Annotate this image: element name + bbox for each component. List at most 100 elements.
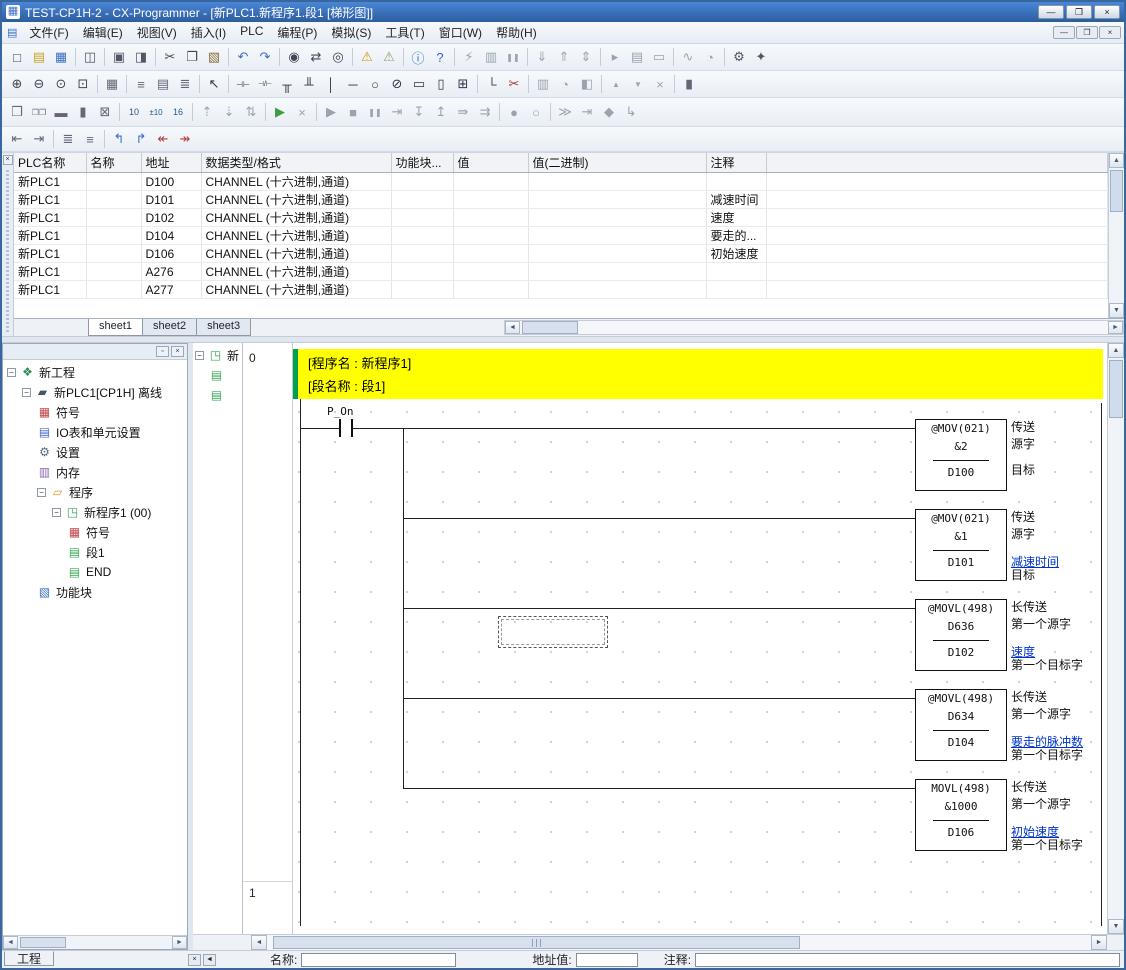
watch-row[interactable]: 新PLC1A277CHANNEL (十六进制,通道) (14, 281, 1108, 299)
paste-icon[interactable]: ▧ (203, 47, 225, 68)
tree-node[interactable]: ▦符号 (3, 522, 187, 542)
clear-breakpoints-icon[interactable]: ○ (525, 102, 547, 123)
watch-column-header-6[interactable]: 值(二进制) (528, 153, 706, 173)
tree-node[interactable]: −❖新工程 (3, 362, 187, 382)
scroll-thumb[interactable] (273, 936, 800, 949)
open-icon[interactable]: ▤ (28, 47, 50, 68)
tree-node[interactable]: ▦符号 (3, 402, 187, 422)
device-change-icon[interactable]: ◫ (79, 47, 101, 68)
print-icon[interactable]: ▣ (108, 47, 130, 68)
symbols-window-icon[interactable]: ▤ (152, 74, 174, 95)
scroll-right-icon[interactable]: ► (172, 936, 187, 949)
child-restore-icon[interactable]: ❐ (1076, 26, 1098, 39)
expander-icon[interactable]: − (195, 351, 204, 360)
selection-rectangle[interactable] (498, 616, 608, 648)
run-icon[interactable]: ▶ (320, 102, 342, 123)
time-chart-icon[interactable]: ◔ (699, 47, 721, 68)
section-node[interactable]: −◳新 (193, 345, 242, 365)
toolbox-icon[interactable]: ✦ (750, 47, 772, 68)
rung-list-icon[interactable]: ≡ (130, 74, 152, 95)
zoom-fit-icon[interactable]: ⊡ (72, 74, 94, 95)
sheet-tab-sheet2[interactable]: sheet2 (142, 319, 197, 336)
info-icon[interactable]: ⓘ (407, 47, 429, 68)
watch-column-header-2[interactable]: 地址 (141, 153, 201, 173)
scroll-track[interactable] (18, 936, 172, 949)
watch-column-header-4[interactable]: 功能块... (391, 153, 453, 173)
menu-item-0[interactable]: 文件(F) (22, 22, 75, 43)
tree-node[interactable]: ▤END (3, 562, 187, 582)
step-in-icon[interactable]: ↧ (408, 102, 430, 123)
menu-item-9[interactable]: 帮助(H) (489, 22, 544, 43)
watch-window-icon[interactable]: ◔ (554, 74, 576, 95)
go-to-rung-icon[interactable]: ≫ (554, 102, 576, 123)
scroll-thumb[interactable] (20, 937, 66, 948)
watch-vscrollbar[interactable]: ▲ ▼ (1108, 153, 1124, 318)
scroll-track[interactable] (267, 935, 1091, 950)
transfer-from-plc-icon[interactable]: ⇑ (553, 47, 575, 68)
minimize-icon[interactable]: — (1038, 5, 1064, 19)
horizontal-line-icon[interactable]: ─ (342, 74, 364, 95)
line-mode-icon[interactable]: └ (481, 74, 503, 95)
tree-node[interactable]: −◳新程序1 (00) (3, 502, 187, 522)
work-online-icon[interactable]: ⚡ (458, 47, 480, 68)
tile-vertical-icon[interactable]: ▮ (72, 102, 94, 123)
return-icon[interactable]: ↳ (620, 102, 642, 123)
scroll-track[interactable] (1108, 358, 1124, 919)
monitor-mode-icon[interactable]: ▤ (626, 47, 648, 68)
close-icon[interactable]: × (171, 346, 184, 357)
vertical-line-icon[interactable]: │ (320, 74, 342, 95)
transfer-to-plc-icon[interactable]: ⇓ (531, 47, 553, 68)
io-comment-view-icon[interactable]: ≣ (174, 74, 196, 95)
close-icon[interactable]: × (1094, 5, 1120, 19)
undock-icon[interactable]: ▫ (156, 346, 169, 357)
tree-node[interactable]: ▧功能块 (3, 582, 187, 602)
scroll-thumb[interactable] (1110, 170, 1123, 212)
instruction-block[interactable]: @MOVL(498)D636D102 (915, 599, 1007, 671)
contact-no-icon[interactable]: ⊣⊢ (232, 74, 254, 95)
contact-label[interactable]: P_On (327, 405, 354, 418)
maximize-icon[interactable]: ❐ (1066, 5, 1092, 19)
new-icon[interactable]: □ (6, 47, 28, 68)
rung-comment-list-icon[interactable]: ≣ (57, 129, 79, 150)
tree-node[interactable]: ▤IO表和单元设置 (3, 422, 187, 442)
instruction-block[interactable]: MOVL(498)&1000D106 (915, 779, 1007, 851)
select-mode-icon[interactable]: ↖ (203, 74, 225, 95)
cross-reference-icon[interactable]: ≡ (79, 129, 101, 150)
grid-icon[interactable]: ▦ (101, 74, 123, 95)
replace-icon[interactable]: ⇄ (305, 47, 327, 68)
watch-column-header-1[interactable]: 名称 (86, 153, 141, 173)
set-breakpoint-icon[interactable]: ● (503, 102, 525, 123)
menu-item-7[interactable]: 工具(T) (378, 22, 431, 43)
menu-item-1[interactable]: 编辑(E) (76, 22, 130, 43)
name-input[interactable] (301, 953, 456, 967)
sheet-tab-sheet1[interactable]: sheet1 (88, 319, 143, 336)
force-off-icon[interactable]: ▼ (627, 74, 649, 95)
watch-row[interactable]: 新PLC1D101CHANNEL (十六进制,通道)减速时间 (14, 191, 1108, 209)
zoom-in-icon[interactable]: ⊕ (6, 74, 28, 95)
menu-item-5[interactable]: 编程(P) (270, 22, 324, 43)
fb-parameter-icon[interactable]: ⊞ (452, 74, 474, 95)
drag-handle[interactable] (6, 170, 9, 334)
indent-right-icon[interactable]: ⇥ (28, 129, 50, 150)
comment-input[interactable] (695, 953, 1120, 967)
rung-margin[interactable]: 0 1 (243, 343, 293, 934)
tree-node[interactable]: ⚙设置 (3, 442, 187, 462)
decimal-display-icon[interactable]: 10 (123, 102, 145, 123)
pause-monitor-icon[interactable]: ❚❚ (502, 47, 524, 68)
zoom-out-icon[interactable]: ⊖ (28, 74, 50, 95)
menu-item-8[interactable]: 窗口(W) (432, 22, 489, 43)
contact-nc-icon[interactable]: ⊣/⊢ (254, 74, 276, 95)
expander-icon[interactable]: − (52, 508, 61, 517)
instruction-box-icon[interactable]: ▭ (408, 74, 430, 95)
watch-column-header-3[interactable]: 数据类型/格式 (201, 153, 391, 173)
undo-icon[interactable]: ↶ (232, 47, 254, 68)
or-contact-nc-icon[interactable]: ╨ (298, 74, 320, 95)
find-icon[interactable]: ◉ (283, 47, 305, 68)
diff-monitor-icon[interactable]: ◧ (576, 74, 598, 95)
monitor-icon[interactable]: ▥ (480, 47, 502, 68)
scroll-down-icon[interactable]: ▼ (1109, 303, 1124, 318)
scroll-down-icon[interactable]: ▼ (1108, 919, 1124, 934)
ladder-canvas[interactable]: [程序名 : 新程序1] [段名称 : 段1] P_On @MOV(021)&2… (293, 343, 1107, 934)
instruction-block[interactable]: @MOV(021)&2D100 (915, 419, 1007, 491)
watch-hscrollbar[interactable]: ◄ ► (504, 320, 1124, 335)
